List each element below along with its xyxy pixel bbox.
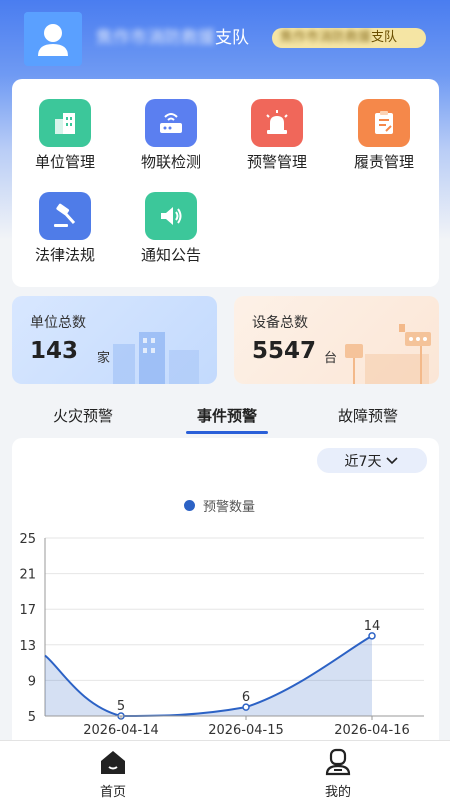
menu-item-laws-regulations[interactable]: 法律法规 [20, 192, 110, 276]
tab-event-warning[interactable]: 事件预警 [172, 406, 282, 426]
menu-item-unit-management[interactable]: 单位管理 [20, 99, 110, 183]
unit-total-value: 143 [30, 338, 79, 364]
y-tick-label: 5 [28, 710, 36, 725]
y-tick-label: 21 [19, 568, 36, 583]
function-menu: 单位管理 物联检测 预警管理 履责管理 法律法规 通知公告 [12, 79, 439, 287]
y-tick-label: 9 [28, 674, 36, 689]
x-tick-label: 2026-04-15 [208, 723, 284, 738]
menu-item-warning-management[interactable]: 预警管理 [232, 99, 322, 183]
menu-label-notices: 通知公告 [140, 246, 201, 264]
menu-label-iot-detection: 物联检测 [140, 153, 201, 171]
home-icon [101, 751, 125, 774]
clipboard-edit-icon [358, 99, 410, 147]
gavel-icon [39, 192, 91, 240]
building-icon [39, 99, 91, 147]
nav-item-mine[interactable]: 我的 [298, 747, 378, 800]
menu-item-duty-management[interactable]: 履责管理 [339, 99, 429, 183]
iot-router-icon [145, 99, 197, 147]
menu-label-laws-regulations: 法律法规 [34, 246, 95, 264]
tab-fault-warning[interactable]: 故障预警 [313, 406, 423, 426]
device-total-value: 5547 [252, 338, 317, 364]
nav-label-mine: 我的 [324, 785, 351, 800]
data-label: 6 [242, 690, 250, 705]
unit-total-title: 单位总数 [30, 315, 86, 331]
nav-item-home[interactable]: 首页 [73, 747, 153, 800]
devices-illustration-icon [345, 324, 431, 384]
menu-item-notices[interactable]: 通知公告 [126, 192, 216, 276]
alarm-light-icon [251, 99, 303, 147]
user-avatar-icon [24, 12, 82, 66]
time-range-select[interactable]: 近7天 [317, 448, 427, 473]
y-tick-label: 17 [19, 603, 36, 618]
team-badge: 焦作市消防救援支队 [272, 28, 426, 48]
y-tick-label: 13 [19, 639, 36, 654]
nav-label-home: 首页 [99, 785, 126, 800]
legend-label: 预警数量 [203, 500, 256, 515]
buildings-illustration-icon [113, 332, 199, 384]
bottom-nav: 首页 我的 [0, 740, 450, 800]
warning-tabs: 火灾预警 事件预警 故障预警 [0, 396, 450, 436]
tab-fire-warning[interactable]: 火灾预警 [28, 406, 138, 426]
menu-label-duty-management: 履责管理 [353, 153, 414, 171]
legend-marker [184, 500, 195, 511]
speaker-icon [145, 192, 197, 240]
warning-line-chart: 5 9 13 17 21 25 5 6 14 2026-04-14 2026-04-15 2026-0… [19, 532, 424, 738]
time-range-value: 近7天 [344, 453, 382, 470]
x-tick-label: 2026-04-14 [83, 723, 159, 738]
team-badge-redacted: 焦作市消防救援 [280, 30, 372, 45]
menu-label-unit-management: 单位管理 [34, 153, 95, 171]
user-icon [325, 748, 351, 776]
data-label: 5 [117, 699, 125, 714]
chart-legend[interactable]: 预警数量 [184, 496, 255, 515]
y-tick-label: 25 [19, 532, 36, 547]
team-name-redacted: 焦作市消防救援 [96, 28, 215, 48]
active-tab-indicator [186, 431, 268, 434]
team-name-suffix: 支队 [215, 28, 249, 48]
device-total-title: 设备总数 [252, 315, 308, 331]
device-total-card[interactable]: 设备总数 5547 台 [234, 296, 439, 384]
menu-item-iot-detection[interactable]: 物联检测 [126, 99, 216, 183]
data-label: 14 [364, 619, 381, 634]
header: 焦作市消防救援支队 焦作市消防救援支队 [0, 0, 450, 78]
warning-chart-card: 近7天 预警数量 5 9 13 17 21 25 5 6 14 2026-04-14 2026-04… [12, 438, 439, 748]
x-tick-label: 2026-04-16 [334, 723, 410, 738]
menu-label-warning-management: 预警管理 [246, 153, 307, 171]
team-name: 焦作市消防救援支队 [96, 26, 249, 50]
avatar[interactable] [24, 12, 82, 66]
chevron-down-icon [386, 456, 399, 464]
unit-total-card[interactable]: 单位总数 143 家 [12, 296, 217, 384]
team-badge-suffix: 支队 [371, 30, 398, 45]
